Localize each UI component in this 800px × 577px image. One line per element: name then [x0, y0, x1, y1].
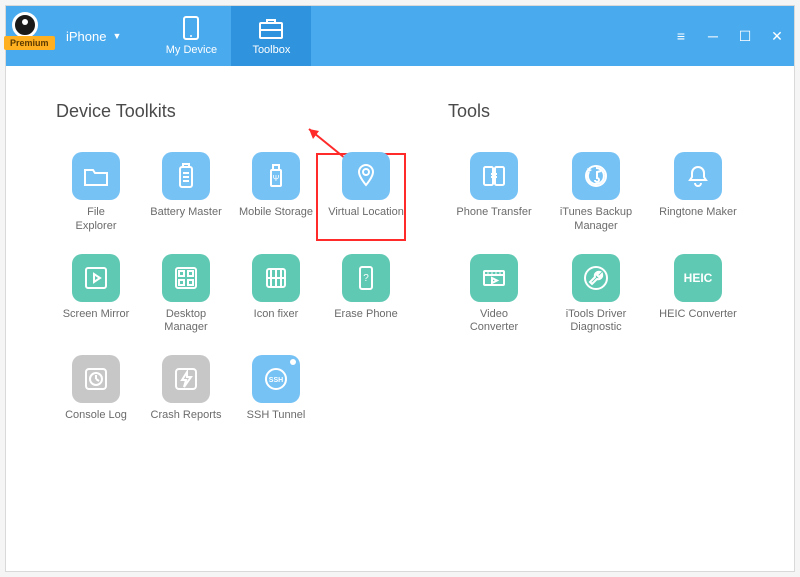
tool-label: Crash Reports — [151, 409, 222, 435]
ssh-icon: SSH — [252, 355, 300, 403]
fixer-icon — [252, 254, 300, 302]
section-title: Tools — [448, 101, 744, 122]
tools-grid: Phone Transfer iTunes BackupManager Ring… — [448, 152, 744, 335]
heic-text: HEIC — [684, 271, 713, 285]
tool-phone-transfer[interactable]: Phone Transfer — [448, 152, 540, 234]
location-pin-icon — [342, 152, 390, 200]
section-device-toolkits: Device Toolkits FileExplorer Battery Mas… — [56, 101, 408, 435]
music-refresh-icon — [572, 152, 620, 200]
tool-label: iTools DriverDiagnostic — [566, 308, 627, 336]
tab-toolbox[interactable]: Toolbox — [231, 6, 311, 66]
tab-label: Toolbox — [252, 44, 290, 56]
usb-icon: Ψ — [252, 152, 300, 200]
section-title: Device Toolkits — [56, 101, 408, 122]
tablet-icon — [177, 16, 205, 40]
tool-label: SSH Tunnel — [247, 409, 306, 435]
tool-label: Icon fixer — [254, 308, 299, 334]
tool-label: Console Log — [65, 409, 127, 435]
section-tools: Tools Phone Transfer iTunes BackupManage… — [448, 101, 744, 435]
tool-erase-phone[interactable]: ? Erase Phone — [326, 254, 406, 336]
maximize-icon[interactable]: ☐ — [738, 28, 752, 45]
film-icon — [470, 254, 518, 302]
tool-heic-converter[interactable]: HEIC HEIC Converter — [652, 254, 744, 336]
tool-label: iTunes BackupManager — [560, 206, 632, 234]
wrench-icon — [572, 254, 620, 302]
tool-label: DesktopManager — [164, 308, 207, 336]
badge-dot-icon — [290, 359, 296, 365]
tool-label: VideoConverter — [470, 308, 518, 336]
svg-text:SSH: SSH — [269, 377, 283, 384]
tool-video-converter[interactable]: VideoConverter — [448, 254, 540, 336]
tool-icon-fixer[interactable]: Icon fixer — [236, 254, 316, 336]
device-dropdown[interactable]: iPhone ▼ — [66, 29, 121, 44]
tool-battery-master[interactable]: Battery Master — [146, 152, 226, 234]
tab-label: My Device — [166, 44, 217, 56]
tab-my-device[interactable]: My Device — [151, 6, 231, 66]
grid-icon — [162, 254, 210, 302]
svg-text:Ψ: Ψ — [273, 174, 280, 183]
tool-file-explorer[interactable]: FileExplorer — [56, 152, 136, 234]
content-area: Device Toolkits FileExplorer Battery Mas… — [6, 66, 794, 571]
titlebar: Premium iPhone ▼ My Device Toolbox ≡ — [6, 6, 794, 66]
phone-question-icon: ? — [342, 254, 390, 302]
svg-text:?: ? — [363, 273, 369, 284]
sections-row: Device Toolkits FileExplorer Battery Mas… — [56, 101, 744, 435]
premium-badge: Premium — [4, 36, 55, 50]
play-icon — [72, 254, 120, 302]
transfer-icon — [470, 152, 518, 200]
device-label: iPhone — [66, 29, 106, 44]
tool-ssh-tunnel[interactable]: SSH SSH Tunnel — [236, 355, 316, 435]
chevron-down-icon: ▼ — [112, 31, 121, 41]
close-icon[interactable]: ✕ — [770, 28, 784, 45]
app-window: Premium iPhone ▼ My Device Toolbox ≡ — [5, 5, 795, 572]
tool-label: Battery Master — [150, 206, 222, 232]
tool-driver-diagnostic[interactable]: iTools DriverDiagnostic — [550, 254, 642, 336]
tool-label: HEIC Converter — [659, 308, 737, 334]
tool-itunes-backup[interactable]: iTunes BackupManager — [550, 152, 642, 234]
folder-icon — [72, 152, 120, 200]
bell-icon — [674, 152, 722, 200]
tool-label: FileExplorer — [76, 206, 117, 234]
bolt-icon — [162, 355, 210, 403]
logo-area: Premium iPhone ▼ — [6, 6, 121, 66]
window-controls: ≡ ─ ☐ ✕ — [674, 6, 784, 66]
toolbox-icon — [257, 16, 285, 40]
tool-screen-mirror[interactable]: Screen Mirror — [56, 254, 136, 336]
tool-label: Virtual Location — [328, 206, 404, 232]
tool-crash-reports[interactable]: Crash Reports — [146, 355, 226, 435]
tool-label: Mobile Storage — [239, 206, 313, 232]
heic-icon: HEIC — [674, 254, 722, 302]
tool-ringtone-maker[interactable]: Ringtone Maker — [652, 152, 744, 234]
battery-icon — [162, 152, 210, 200]
tool-console-log[interactable]: Console Log — [56, 355, 136, 435]
tool-label: Screen Mirror — [63, 308, 130, 334]
tool-desktop-manager[interactable]: DesktopManager — [146, 254, 226, 336]
tool-label: Erase Phone — [334, 308, 398, 334]
menu-icon[interactable]: ≡ — [674, 28, 688, 44]
minimize-icon[interactable]: ─ — [706, 28, 720, 44]
logo-lens-icon — [12, 12, 38, 38]
toolkits-grid: FileExplorer Battery Master Ψ Mobile Sto… — [56, 152, 408, 435]
tool-label: Ringtone Maker — [659, 206, 737, 232]
clock-icon — [72, 355, 120, 403]
nav-tabs: My Device Toolbox — [151, 6, 311, 66]
tool-mobile-storage[interactable]: Ψ Mobile Storage — [236, 152, 316, 234]
tool-virtual-location[interactable]: Virtual Location — [326, 152, 406, 234]
tool-label: Phone Transfer — [456, 206, 531, 232]
app-logo — [12, 12, 38, 38]
